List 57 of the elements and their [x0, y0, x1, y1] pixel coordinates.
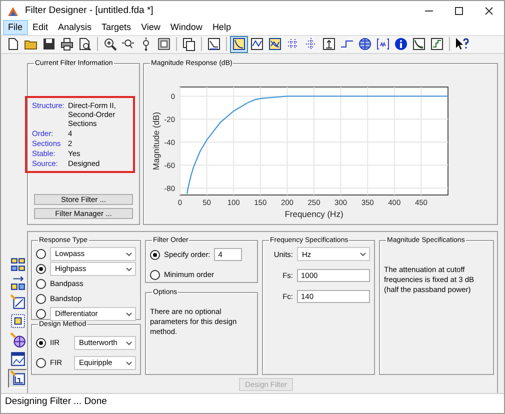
radio-button[interactable]: [36, 308, 46, 319]
radio-button[interactable]: [36, 358, 46, 368]
radio-button[interactable]: [150, 270, 160, 280]
radio-button[interactable]: [36, 278, 46, 289]
menu-item[interactable]: Edit: [28, 20, 54, 35]
toolbar-button[interactable]: [392, 36, 410, 53]
sidebar-button[interactable]: [8, 350, 27, 369]
app-icon: [7, 4, 19, 16]
window-chart-icon: [10, 351, 26, 368]
toolbar-button[interactable]: [266, 36, 284, 53]
toolbar-button[interactable]: [58, 36, 76, 53]
axis-title: Frequency (Hz): [284, 208, 344, 219]
radio-button[interactable]: [36, 264, 46, 274]
menu-item[interactable]: File: [3, 20, 28, 35]
grid-blocks-icon: [10, 256, 26, 272]
sidebar-button[interactable]: [8, 312, 27, 331]
toolbar-button[interactable]: [410, 36, 428, 53]
bracket-icon: [376, 37, 390, 52]
toolbar-button[interactable]: [155, 36, 173, 53]
radio-button[interactable]: [150, 250, 160, 260]
radio-button[interactable]: [36, 294, 46, 304]
sidebar-button[interactable]: [8, 274, 27, 293]
arrow-blocks-icon: [10, 275, 26, 292]
toolbar-button[interactable]: [180, 36, 198, 53]
pencil-chart-icon: [10, 370, 26, 386]
sidebar-button[interactable]: [8, 292, 27, 312]
caret-icon: [359, 250, 367, 258]
menu-item[interactable]: Targets: [96, 20, 136, 35]
curve-plot-icon: [232, 37, 246, 52]
toolbar-button[interactable]: [205, 36, 223, 53]
toolbar-button[interactable]: [356, 36, 374, 53]
close-icon: [484, 6, 494, 16]
sidebar-button[interactable]: [8, 330, 27, 350]
pointer-question-icon: [455, 37, 469, 52]
toolbar-button[interactable]: [248, 36, 266, 53]
menu-item[interactable]: Help: [207, 20, 236, 35]
menu-item[interactable]: Analysis: [53, 20, 97, 35]
dual-plot-icon: [268, 37, 282, 52]
toolbar-button[interactable]: [428, 36, 446, 53]
caret-icon: [125, 310, 133, 318]
menu-item[interactable]: Window: [165, 20, 208, 35]
maximize-icon: [454, 6, 464, 16]
radio-button[interactable]: [36, 248, 46, 259]
dotted-axis-icon: [304, 37, 318, 52]
status-text: Designing Filter ... Done: [5, 396, 107, 407]
caret-icon: [125, 338, 133, 347]
window-title: Filter Designer - [untitled.fda *]: [25, 5, 154, 16]
toolbar-button[interactable]: [230, 36, 248, 53]
axis-title: Magnitude (dB): [151, 112, 161, 170]
menu-item[interactable]: View: [136, 20, 166, 35]
pencil-globe-icon: [10, 332, 26, 348]
toolbar-button[interactable]: [320, 36, 338, 53]
radio-button[interactable]: [36, 338, 46, 348]
sidebar-button[interactable]: [8, 368, 27, 388]
caret-icon: [125, 358, 133, 367]
globe-icon: [358, 37, 372, 52]
dotted-frame-icon: [10, 313, 26, 330]
